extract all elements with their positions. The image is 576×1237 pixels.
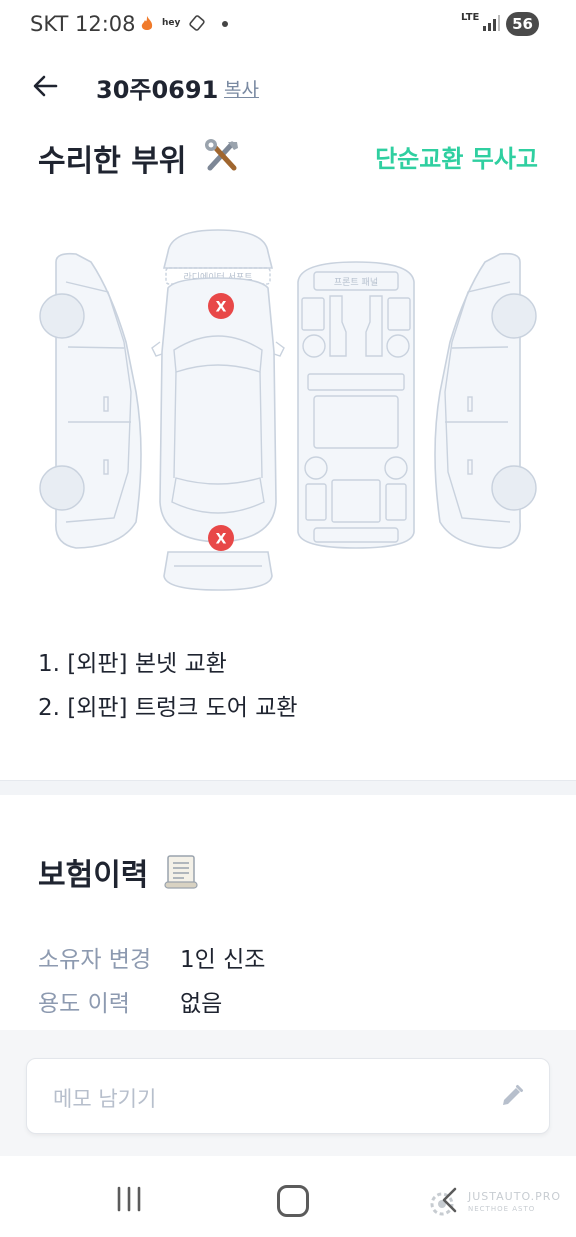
battery-level: 56 — [506, 12, 539, 36]
network-type: LTE — [461, 12, 480, 23]
car-right-side-view — [434, 252, 537, 549]
insurance-section-title: 보험이력 — [38, 858, 149, 893]
repair-status-badge: 단순교환 무사고 — [375, 145, 538, 173]
tools-icon — [205, 139, 238, 171]
repair-item-bonnet: 1. [외판] 본넷 교환 — [38, 651, 227, 677]
top-bar: 30주0691 복사 — [0, 58, 576, 114]
memo-placeholder: 메모 남기기 — [53, 1087, 157, 1111]
bonnet-marker-x: X — [216, 300, 227, 316]
recent-apps-icon[interactable] — [114, 1186, 144, 1212]
car-damage-diagram: .cf { fill: #f3f6fa; stroke: #c9d2de; st… — [39, 229, 537, 591]
car-frame-view: 프론트 패널 — [297, 261, 415, 549]
memo-panel: 메모 남기기 — [0, 1030, 576, 1156]
system-nav-bar: JUSTAUTO.PRO NECTHOE ASTO — [0, 1156, 576, 1237]
screen-rotate-icon — [189, 15, 205, 31]
status-time: SKT 12:08 — [30, 12, 136, 36]
notification-dot-icon — [222, 21, 228, 27]
insurance-row-owner-change: 소유자 변경 1인 신조 — [38, 940, 265, 974]
watermark-line2: NECTHOE ASTO — [468, 1205, 536, 1213]
trunk-marker-x: X — [216, 532, 227, 548]
hey-app-icon: hey — [162, 18, 181, 28]
back-nav-icon[interactable] — [438, 1186, 460, 1214]
usage-history-value: 없음 — [180, 991, 223, 1017]
insurance-row-usage-history: 용도 이력 없음 — [38, 984, 222, 1018]
repair-list: 1. [외판] 본넷 교환 2. [외판] 트렁크 도어 교환 — [38, 646, 298, 734]
signal-icon — [483, 15, 500, 31]
copy-button[interactable]: 복사 — [224, 75, 259, 102]
section-divider — [0, 780, 576, 795]
owner-change-label: 소유자 변경 — [38, 947, 152, 973]
repair-item-trunk-door: 2. [외판] 트렁크 도어 교환 — [38, 695, 298, 721]
car-left-side-view — [39, 252, 142, 549]
repair-section-title: 수리한 부위 — [38, 144, 187, 179]
pencil-icon[interactable] — [499, 1083, 525, 1109]
watermark-line1: JUSTAUTO.PRO — [468, 1190, 562, 1203]
back-arrow-icon[interactable] — [30, 70, 62, 102]
memo-input[interactable]: 메모 남기기 — [26, 1058, 550, 1134]
flame-icon — [141, 16, 153, 30]
car-top-view: 라디에이터 서포트 X X — [151, 229, 285, 591]
front-panel-label: 프론트 패널 — [334, 277, 378, 288]
status-bar: SKT 12:08 hey LTE 56 — [0, 0, 576, 50]
home-icon[interactable] — [277, 1185, 309, 1217]
page: SKT 12:08 hey LTE 56 30주0691 복사 수리한 부위 단… — [0, 0, 576, 1237]
owner-change-value: 1인 신조 — [180, 947, 266, 973]
usage-history-label: 용도 이력 — [38, 991, 130, 1017]
scroll-icon — [164, 855, 198, 889]
plate-number: 30주0691 — [96, 76, 219, 104]
